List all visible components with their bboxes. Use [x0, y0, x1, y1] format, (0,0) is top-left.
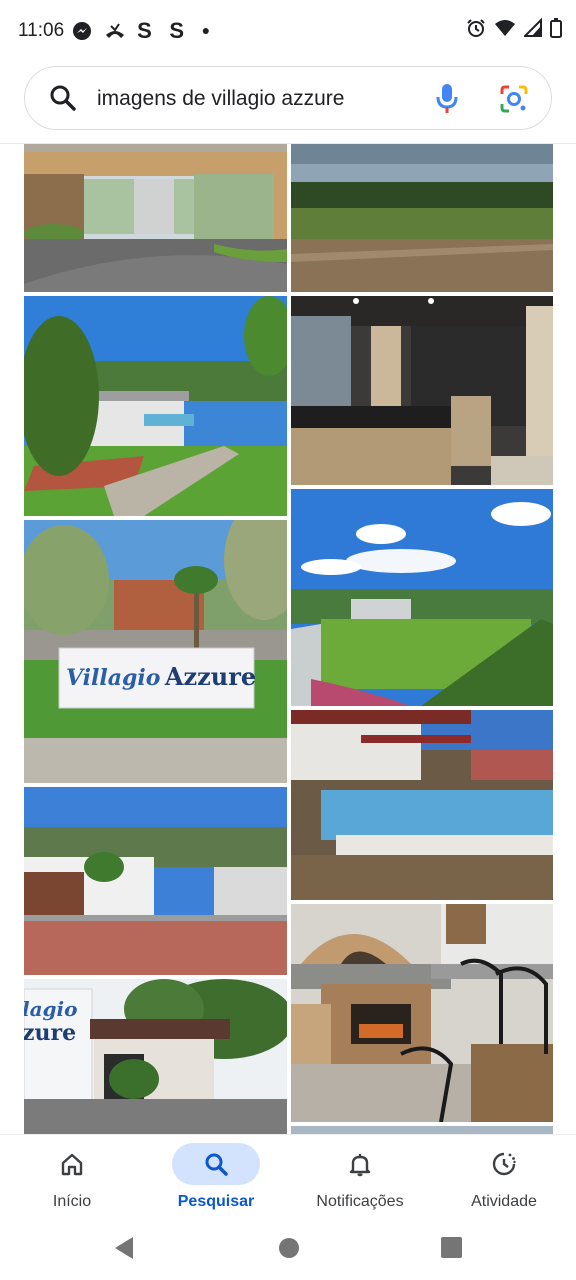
nav-pill: [460, 1143, 548, 1185]
result-image-partial[interactable]: [291, 1126, 553, 1134]
search-input[interactable]: imagens de villagio azzure: [97, 87, 344, 111]
result-image-sports-field[interactable]: [291, 489, 553, 706]
partial-sign-text: lagio zure: [24, 997, 77, 1045]
nav-item-atividade[interactable]: Atividade: [432, 1143, 576, 1211]
nav-label: Início: [52, 1193, 92, 1210]
nav-label: Pesquisar: [177, 1193, 255, 1210]
nav-item-inicio[interactable]: Início: [0, 1143, 144, 1211]
sign-text: Villagio Azzure: [66, 662, 256, 691]
result-image-pizza-oven[interactable]: [291, 904, 553, 1122]
alarm-icon: [467, 19, 485, 37]
nav-pill-active: [172, 1143, 260, 1185]
wifi-icon: [495, 20, 515, 36]
activity-icon: [492, 1152, 516, 1176]
status-time: 11:06: [18, 20, 65, 41]
nav-pill: [316, 1143, 404, 1185]
nav-item-notificacoes[interactable]: Notificações: [288, 1143, 432, 1211]
dot-icon: ●: [201, 22, 217, 38]
result-image-field[interactable]: [291, 144, 553, 292]
result-image-clubhouse-facade[interactable]: lagio zure: [24, 979, 287, 1134]
microphone-icon[interactable]: [436, 83, 458, 120]
partial-sign-line1: lagio: [24, 997, 78, 1021]
bottom-navigation: Início Pesquisar Notificações Atividade: [0, 1134, 576, 1227]
back-icon[interactable]: [113, 1236, 135, 1260]
search-icon[interactable]: [49, 84, 77, 117]
home-button-icon[interactable]: [278, 1237, 300, 1259]
recents-icon[interactable]: [441, 1237, 462, 1258]
result-image-gourmet-kitchen[interactable]: [291, 296, 553, 485]
s-app-icon: S: [137, 18, 158, 43]
system-navigation-bar: [0, 1226, 576, 1280]
google-lens-icon[interactable]: [499, 84, 529, 119]
sign-text-villagio: Villagio: [66, 665, 161, 691]
signal-icon: [524, 18, 542, 37]
notification-icons: S S ●: [72, 18, 216, 44]
image-results-grid: Villagio Azzure lagio zure: [0, 144, 576, 1134]
result-image-clubhouse[interactable]: [24, 296, 287, 516]
nav-label: Atividade: [471, 1193, 537, 1210]
system-icons: [466, 18, 562, 38]
sign-text-azzure: Azzure: [164, 662, 257, 691]
bell-icon: [349, 1154, 371, 1177]
status-bar: 11:06 S S ●: [0, 0, 576, 62]
s-app-icon: S: [169, 18, 191, 43]
partial-sign-line2: zure: [24, 1020, 77, 1046]
result-image-residences[interactable]: [24, 787, 287, 975]
battery-icon: [550, 18, 562, 38]
result-image-gatehouse[interactable]: [24, 144, 287, 292]
result-image-entrance-sign[interactable]: Villagio Azzure: [24, 520, 287, 783]
nav-pill: [28, 1143, 116, 1185]
messenger-icon: [73, 22, 91, 40]
nav-item-pesquisar[interactable]: Pesquisar: [144, 1143, 288, 1211]
missed-call-icon: [105, 23, 124, 38]
search-icon: [205, 1153, 228, 1176]
search-bar[interactable]: imagens de villagio azzure: [24, 66, 552, 130]
home-icon: [61, 1153, 83, 1176]
result-image-pool[interactable]: [291, 710, 553, 900]
nav-label: Notificações: [316, 1193, 404, 1210]
